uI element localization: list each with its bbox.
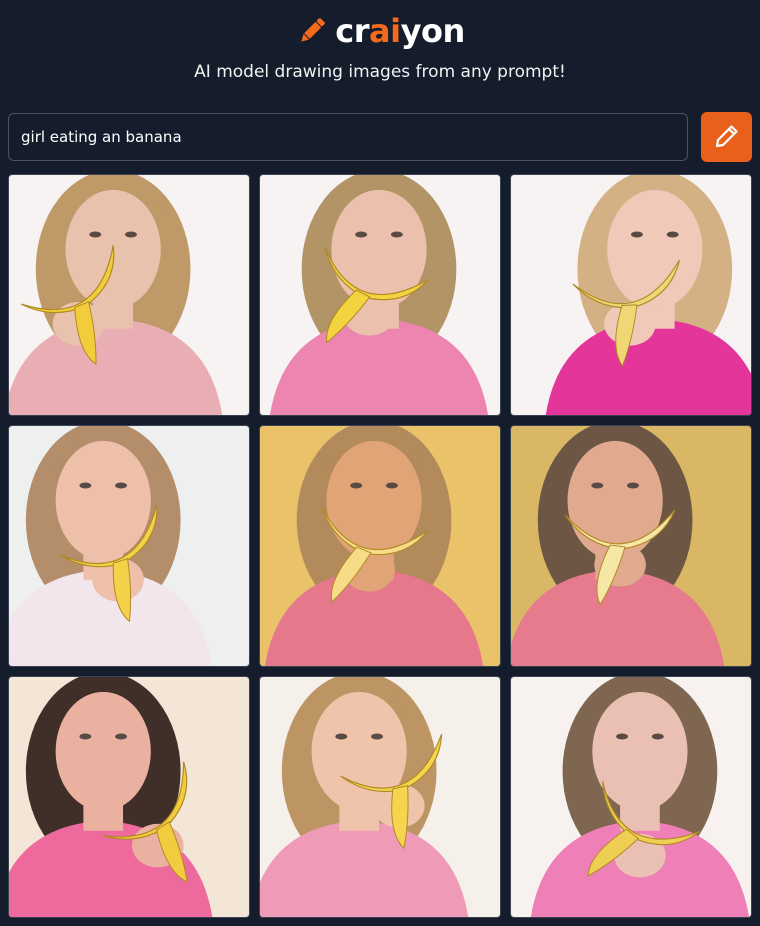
generated-image[interactable]	[259, 174, 501, 416]
logo-text-after: yon	[400, 12, 466, 50]
generated-image[interactable]	[510, 174, 752, 416]
prompt-input[interactable]	[8, 113, 688, 161]
header: craiyon	[0, 8, 760, 54]
prompt-bar	[8, 112, 752, 162]
generated-image[interactable]	[8, 676, 250, 918]
logo-text-before: cr	[335, 12, 370, 50]
craiyon-app: craiyon AI model drawing images from any…	[0, 0, 760, 926]
tagline: AI model drawing images from any prompt!	[194, 62, 566, 82]
generated-image[interactable]	[259, 676, 501, 918]
pencil-icon	[295, 14, 329, 48]
generated-image[interactable]	[8, 174, 250, 416]
generated-image[interactable]	[259, 425, 501, 667]
results-grid	[8, 174, 752, 919]
draw-button[interactable]	[701, 112, 752, 162]
pencil-icon	[713, 122, 741, 153]
generated-image[interactable]	[510, 425, 752, 667]
generated-image[interactable]	[8, 425, 250, 667]
logo-wordmark[interactable]: craiyon	[335, 12, 466, 50]
generated-image[interactable]	[510, 676, 752, 918]
logo-text-ai: ai	[369, 12, 401, 50]
